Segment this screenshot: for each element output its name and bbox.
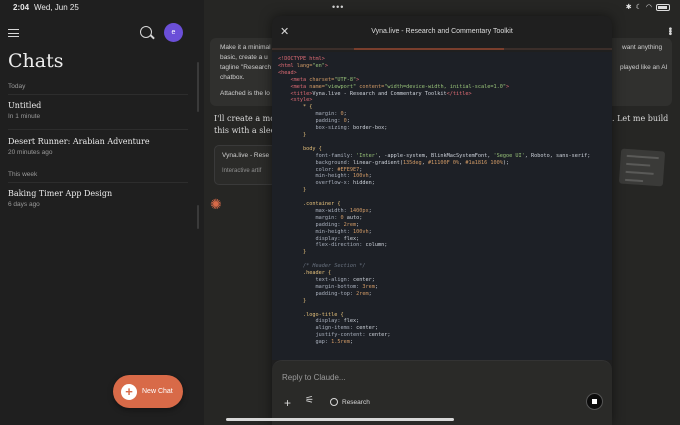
screen: e Chats Today Untitled In 1 minute Deser…: [0, 0, 680, 425]
new-chat-label: New Chat: [142, 388, 173, 395]
user-message-line: want anything: [622, 44, 663, 51]
user-message-line: Attached is the lo: [220, 90, 270, 97]
claude-spark-icon: ✺: [210, 196, 222, 212]
artifact-panel-title: Vyna.live - Research and Commentary Tool…: [371, 28, 513, 35]
multitasking-dots-icon[interactable]: •••: [332, 2, 344, 12]
search-icon[interactable]: [140, 26, 152, 38]
scroll-indicator: [197, 62, 199, 112]
stop-button[interactable]: [586, 393, 603, 410]
status-time: 2:04: [13, 3, 30, 12]
assistant-reply-line: I'll create a mod: [214, 114, 281, 123]
chat-item-time: 20 minutes ago: [8, 149, 53, 156]
artifact-card-title: Vyna.live - Rese: [222, 152, 270, 159]
avatar[interactable]: e: [164, 23, 183, 42]
chat-item-time: In 1 minute: [8, 113, 41, 120]
more-options-icon[interactable]: •••: [664, 27, 675, 35]
section-label-this-week: This week: [8, 171, 38, 178]
status-bar: 2:04 Wed, Jun 25 ••• ✱ ☾ ◠: [0, 0, 680, 16]
bluetooth-icon: ✱: [625, 4, 632, 11]
user-message-line: chatbox.: [220, 74, 245, 81]
chat-item-title[interactable]: Baking Timer App Design: [8, 189, 112, 198]
loading-progress: [354, 48, 504, 50]
wifi-icon: ◠: [645, 4, 652, 11]
status-icons: ✱ ☾ ◠: [626, 3, 670, 11]
assistant-reply-line: this with a sleek: [214, 126, 281, 135]
chat-item-time: 6 days ago: [8, 201, 40, 208]
chat-item-title[interactable]: Untitled: [8, 101, 41, 110]
sidebar-title: Chats: [8, 50, 64, 72]
artifact-card[interactable]: Vyna.live - Rese Interactive artif: [214, 145, 276, 185]
status-date: Wed, Jun 25: [34, 3, 79, 12]
plus-icon: +: [121, 383, 137, 400]
section-label-today: Today: [8, 83, 26, 90]
user-message-line: basic, create a u: [220, 54, 268, 61]
research-icon: [330, 398, 338, 406]
moon-icon: ☾: [635, 4, 642, 11]
divider: [8, 94, 188, 95]
home-indicator[interactable]: [226, 418, 454, 421]
sliders-icon[interactable]: ⚟: [305, 395, 314, 406]
user-message-line: tagline "Research: [220, 64, 272, 71]
artifact-panel: ✕ Vyna.live - Research and Commentary To…: [272, 16, 612, 425]
menu-icon[interactable]: [8, 29, 19, 37]
code-view: <!DOCTYPE html> <html lang="en"> <head> …: [272, 52, 612, 360]
research-label: Research: [342, 398, 370, 406]
user-message-line: played like an AI: [620, 64, 668, 71]
divider: [8, 129, 188, 130]
artifact-card-subtitle: Interactive artif: [222, 168, 262, 174]
user-message-line: Make it a minimal: [220, 44, 271, 51]
artifact-panel-header: ✕ Vyna.live - Research and Commentary To…: [272, 16, 612, 50]
new-chat-button[interactable]: + New Chat: [113, 375, 183, 408]
sidebar: e Chats Today Untitled In 1 minute Deser…: [0, 0, 204, 425]
reply-composer: + ⚟ Research: [272, 360, 612, 425]
plus-icon[interactable]: +: [284, 396, 291, 410]
divider: [8, 182, 188, 183]
research-button[interactable]: Research: [326, 395, 374, 409]
artifact-thumbnail[interactable]: [618, 148, 666, 187]
scroll-indicator: [197, 205, 199, 229]
assistant-reply-line: . Let me build: [612, 114, 669, 123]
battery-icon: [656, 3, 670, 11]
chat-item-title[interactable]: Desert Runner: Arabian Adventure: [8, 137, 150, 146]
reply-input[interactable]: [282, 371, 582, 383]
